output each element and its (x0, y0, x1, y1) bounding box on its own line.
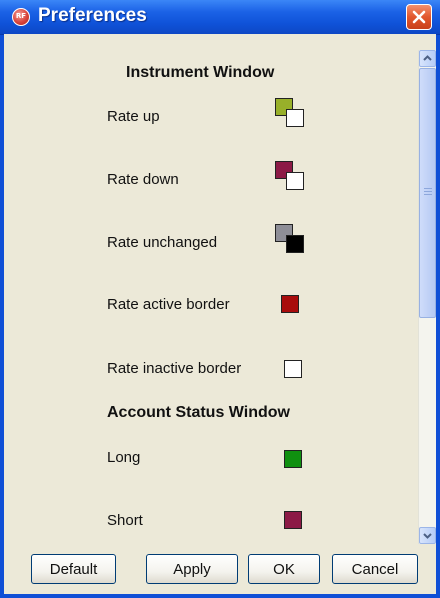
ok-button[interactable]: OK (248, 554, 320, 584)
short-label: Short (107, 512, 143, 529)
long-swatch[interactable] (284, 450, 302, 468)
short-swatch[interactable] (284, 511, 302, 529)
rate-down-label: Rate down (107, 171, 179, 188)
thumb-grip-line (424, 188, 432, 189)
scroll-up-button[interactable] (419, 50, 436, 67)
chevron-up-icon (423, 55, 432, 61)
rate-inactive-border-swatch[interactable] (284, 360, 302, 378)
rate-up-front-swatch[interactable] (286, 109, 304, 127)
preferences-window: RF Preferences Instrument Window Rate up… (0, 0, 440, 598)
window-title: Preferences (38, 5, 147, 26)
close-icon (412, 10, 426, 24)
vertical-scrollbar[interactable] (418, 50, 436, 544)
preferences-scroll-area[interactable]: Instrument Window Rate up Rate down Rate… (4, 34, 418, 544)
chevron-down-icon (423, 533, 432, 539)
rate-up-label: Rate up (107, 108, 160, 125)
rate-unchanged-front-swatch[interactable] (286, 235, 304, 253)
app-logo-text: RF (15, 12, 27, 20)
rate-active-border-swatch[interactable] (281, 295, 299, 313)
account-status-window-heading: Account Status Window (107, 404, 290, 421)
rate-active-border-label: Rate active border (107, 296, 230, 313)
close-button[interactable] (406, 4, 432, 30)
long-label: Long (107, 449, 141, 466)
app-logo-icon: RF (12, 8, 30, 26)
rate-inactive-border-label: Rate inactive border (107, 360, 242, 377)
default-button[interactable]: Default (31, 554, 116, 584)
scroll-thumb[interactable] (419, 68, 436, 318)
rate-down-front-swatch[interactable] (286, 172, 304, 190)
preferences-panel: Instrument Window Rate up Rate down Rate… (4, 34, 436, 594)
title-bar[interactable]: RF Preferences (0, 0, 440, 35)
cancel-button[interactable]: Cancel (332, 554, 418, 584)
apply-button[interactable]: Apply (146, 554, 238, 584)
rate-unchanged-label: Rate unchanged (107, 234, 218, 251)
thumb-grip-line (424, 191, 432, 192)
thumb-grip-line (424, 194, 432, 195)
instrument-window-heading: Instrument Window (126, 64, 275, 81)
scroll-down-button[interactable] (419, 527, 436, 544)
